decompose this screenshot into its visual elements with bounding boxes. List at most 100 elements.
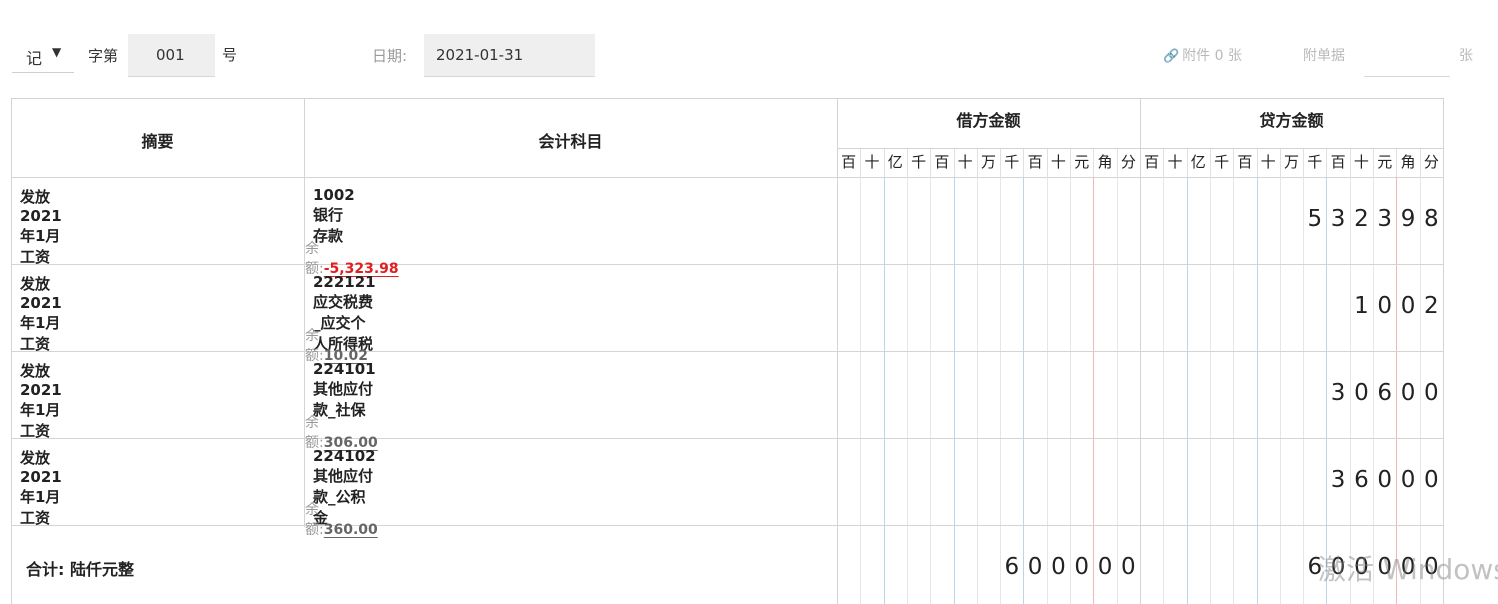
row-credit-digit: 3 [1330,206,1346,232]
credit-digit-gridline [1256,177,1258,604]
credit-digit-header: 百 [1144,153,1160,171]
voucher-header: 记 ▼ 字第 001 号 日期: 2021-01-31 🔗 附件 0 张 附单据 … [0,0,1498,90]
debit-digit-gridline [1093,177,1095,604]
row-credit-digit: 9 [1400,206,1416,232]
credit-digit-header: 分 [1423,153,1439,171]
row-summary[interactable]: 发放2021年1月工资 [20,447,62,528]
debit-digit-header-divider [930,149,932,177]
debit-digit-header-divider [1116,149,1118,177]
row-credit-digit: 2 [1424,293,1439,319]
date-label: 日期: [372,47,408,65]
row-balance: 余额:10.02 [305,325,368,365]
voucher-number-value: 001 [156,46,185,64]
attached-docs-input[interactable] [1364,40,1450,77]
paperclip-icon: 🔗 [1163,49,1180,64]
debit-digit-header: 角 [1097,153,1113,171]
row-summary[interactable]: 发放2021年1月工资 [20,360,62,441]
credit-digit-header: 元 [1377,153,1393,171]
row-credit-digit: 0 [1400,293,1416,319]
row-balance-label: 余额: [305,328,324,364]
debit-digit-header-divider [1046,149,1048,177]
voucher-type-select[interactable]: 记 ▼ [12,36,74,73]
debit-digit-header-divider [1000,149,1002,177]
debit-digit-gridline [860,177,862,604]
credit-digit-gridline [1163,177,1165,604]
debit-digit-header: 十 [1050,153,1066,171]
row-credit-digit: 2 [1354,206,1369,232]
credit-digit-header: 千 [1307,153,1323,171]
row-credit-digit: 3 [1330,380,1346,406]
debit-digit-header-divider [953,149,955,177]
credit-digit-gridline [1279,177,1281,604]
debit-digit-header: 万 [980,153,996,171]
credit-digit-gridline [1186,177,1188,604]
debit-digit-header: 千 [1004,153,1020,171]
row-credit-digit: 8 [1424,206,1439,232]
row-balance: 余额:306.00 [305,412,378,452]
credit-digit-header-divider [1326,149,1328,177]
row-credit-digit: 3 [1330,467,1346,493]
row-balance: 余额:-5,323.98 [305,238,399,278]
total-debit-digit: 0 [1074,554,1090,580]
debit-digit-header-divider [860,149,862,177]
date-input[interactable]: 2021-01-31 [424,34,595,77]
debit-digit-gridline [953,177,955,604]
row-credit-digit: 0 [1400,467,1416,493]
voucher-word-label: 字第 [88,47,119,65]
voucher-number-input[interactable]: 001 [128,34,215,77]
row-credit-digit: 0 [1400,380,1416,406]
credit-digit-header-divider [1163,149,1165,177]
chevron-down-icon: ▼ [52,45,62,59]
credit-digit-header: 千 [1214,153,1230,171]
credit-digit-header-divider [1349,149,1351,177]
debit-digit-header: 百 [1027,153,1043,171]
credit-digit-header-divider [1303,149,1305,177]
credit-digit-header: 十 [1167,153,1183,171]
credit-digit-header: 角 [1400,153,1416,171]
attached-docs-label: 附单据 [1303,48,1345,64]
total-debit-digit: 6 [1004,554,1020,580]
row-account[interactable]: 224101 其他应付款_社保 [313,360,376,420]
activate-windows-watermark: 激活 Windows [1318,553,1498,586]
debit-digit-header-divider [1023,149,1025,177]
credit-digit-header-divider [1186,149,1188,177]
column-header-account: 会计科目 [538,132,603,151]
total-debit-digit: 0 [1097,554,1113,580]
credit-digit-header: 亿 [1190,153,1206,171]
row-credit-digit: 0 [1354,380,1369,406]
credit-digit-header-divider [1396,149,1398,177]
debit-digit-header: 十 [864,153,880,171]
credit-digit-header: 万 [1283,153,1299,171]
debit-digit-header: 亿 [887,153,903,171]
debit-digit-gridline [1070,177,1072,604]
debit-digit-gridline [930,177,932,604]
debit-digit-gridline [883,177,885,604]
row-credit-digit: 0 [1377,467,1393,493]
total-debit-digit: 0 [1027,554,1043,580]
row-summary[interactable]: 发放2021年1月工资 [20,273,62,354]
row-credit-digit: 0 [1424,380,1439,406]
debit-digit-header-divider [1093,149,1095,177]
debit-digit-header-divider [1070,149,1072,177]
debit-digit-header: 十 [957,153,973,171]
credit-digit-header: 百 [1330,153,1346,171]
debit-digit-header-divider [906,149,908,177]
row-credit-digit: 5 [1307,206,1323,232]
row-divider [11,351,1444,352]
column-header-summary: 摘要 [141,132,174,151]
credit-digit-gridline [1209,177,1211,604]
total-in-words: 合计: 陆仟元整 [26,560,134,579]
row-account[interactable]: 1002 银行存款 [313,186,355,246]
total-debit-digit: 0 [1051,554,1066,580]
row-credit-digit: 6 [1354,467,1369,493]
summary-account-divider [304,98,305,527]
credit-digit-header: 百 [1237,153,1253,171]
attachment-link[interactable]: 🔗 附件 0 张 [1163,45,1242,65]
row-balance: 余额:360.00 [305,499,378,539]
voucher-type-value: 记 [26,49,43,68]
row-summary[interactable]: 发放2021年1月工资 [20,186,62,267]
debit-digit-gridline [1046,177,1048,604]
column-header-debit: 借方金额 [956,111,1021,130]
debit-digit-header: 元 [1074,153,1090,171]
credit-digit-header-divider [1373,149,1375,177]
